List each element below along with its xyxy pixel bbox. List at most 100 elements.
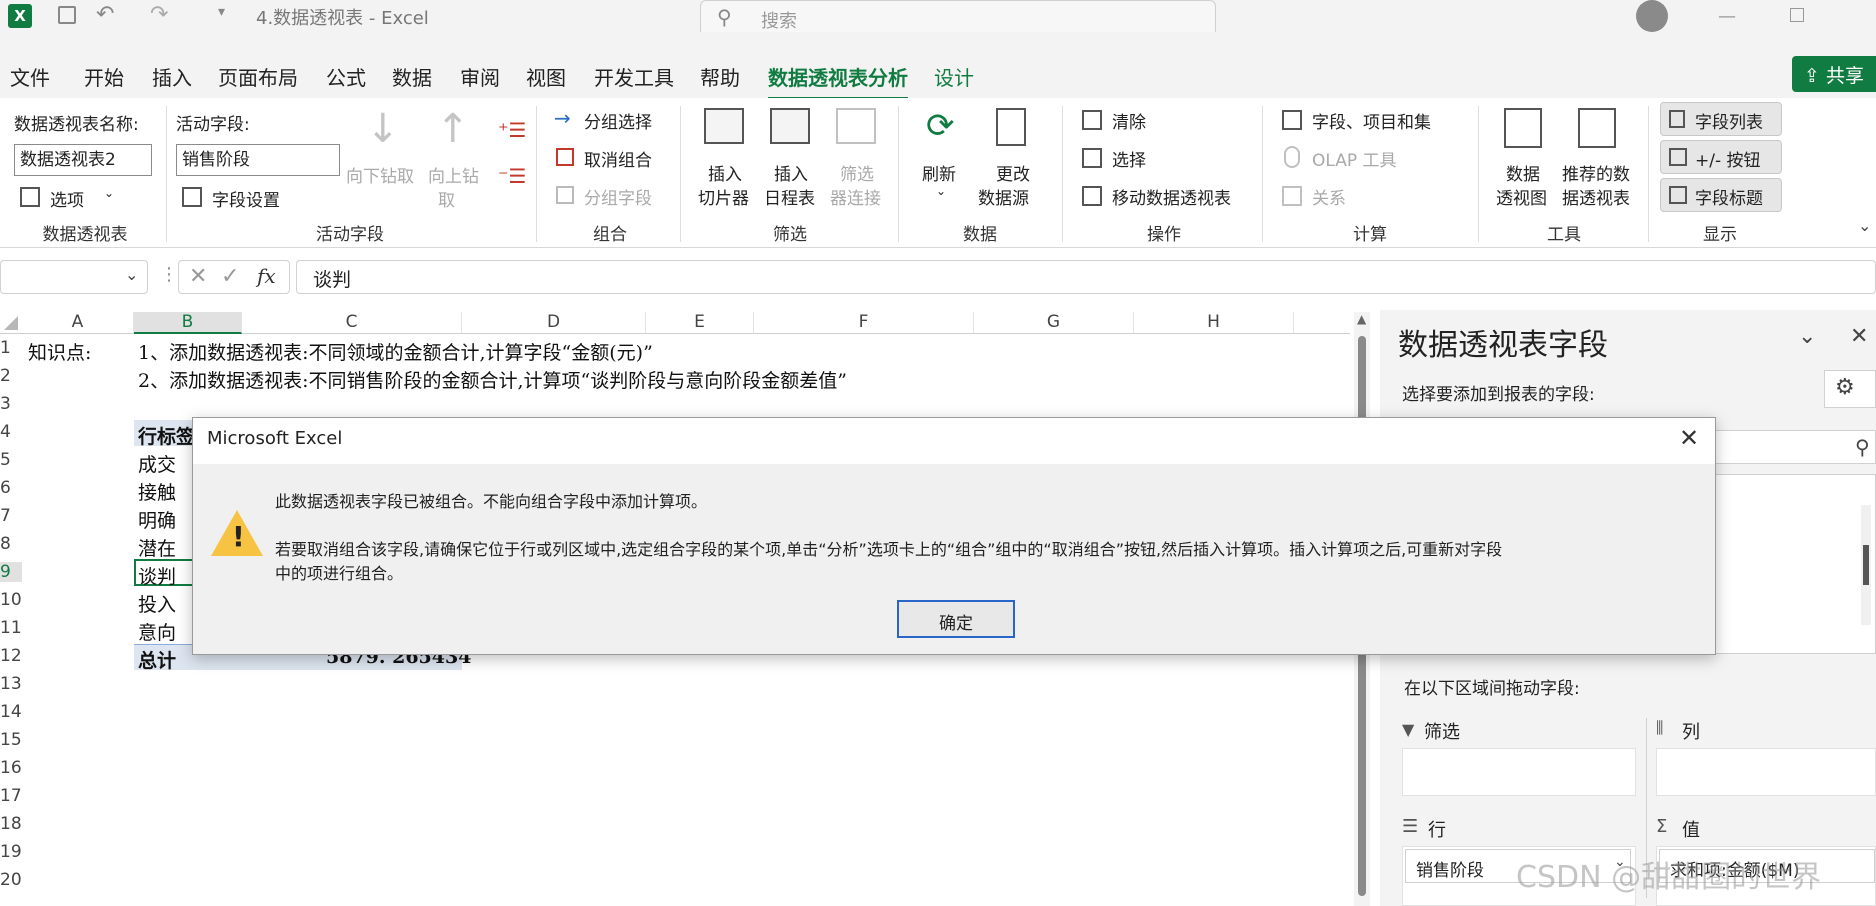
pane-options-chevron-icon[interactable]: ⌄ — [1798, 324, 1816, 349]
collapse-ribbon-icon[interactable]: ⌄ — [1858, 216, 1871, 235]
column-header[interactable]: F — [754, 312, 974, 334]
cell-b1[interactable]: 1、添加数据透视表:不同领域的金额合计,计算字段“金额(元)” — [138, 338, 653, 365]
column-header[interactable]: C — [242, 312, 462, 334]
account-avatar[interactable] — [1636, 0, 1668, 32]
settings-gear-button[interactable]: ⚙ — [1824, 370, 1876, 408]
search-box[interactable]: ⚲ 搜索 — [700, 0, 1216, 36]
column-header[interactable]: H — [1134, 312, 1294, 334]
row-header[interactable]: 17 — [0, 786, 22, 806]
filters-area[interactable]: ▼ 筛选 — [1402, 718, 1636, 814]
redo-icon[interactable]: ↷ — [150, 2, 168, 27]
columns-area[interactable]: ⫼ 列 — [1656, 718, 1876, 814]
tab-home[interactable]: 开始 — [84, 62, 124, 91]
tab-file[interactable]: 文件 — [10, 62, 50, 91]
row-header[interactable]: 14 — [0, 702, 22, 722]
pivot-name-input[interactable]: 数据透视表2 — [14, 144, 152, 176]
insert-slicer-button[interactable]: 插入 切片器 — [694, 106, 758, 216]
tab-data[interactable]: 数据 — [392, 62, 432, 91]
row-header[interactable]: 1 — [0, 338, 22, 358]
pivot-row-item[interactable]: 明确 — [138, 506, 176, 533]
row-header[interactable]: 20 — [0, 870, 22, 890]
more-options-icon[interactable]: ⋮ — [160, 264, 178, 285]
field-settings-button[interactable]: 字段设置 — [182, 184, 322, 211]
row-header[interactable]: 13 — [0, 674, 22, 694]
pivot-row-item[interactable]: 成交 — [138, 450, 176, 477]
row-header[interactable]: 12 — [0, 646, 22, 666]
refresh-button[interactable]: ⟳ 刷新 ⌄ — [914, 106, 974, 216]
collapse-field-icon[interactable]: ⁻☰ — [498, 164, 527, 188]
row-header[interactable]: 18 — [0, 814, 22, 834]
pivot-row-item[interactable]: 谈判 — [138, 562, 176, 589]
row-header[interactable]: 15 — [0, 730, 22, 750]
tab-review[interactable]: 审阅 — [460, 62, 500, 91]
move-pivot-button[interactable]: 移动数据透视表 — [1082, 182, 1252, 210]
scroll-up-icon[interactable]: ▲ — [1357, 312, 1366, 326]
field-headers-button[interactable]: 字段标题 — [1660, 178, 1782, 212]
row-header[interactable]: 19 — [0, 842, 22, 862]
recommended-pivot-button[interactable]: 推荐的数 据透视表 — [1560, 106, 1634, 216]
row-header[interactable]: 16 — [0, 758, 22, 778]
restore-icon[interactable] — [1790, 8, 1804, 22]
insert-function-icon[interactable]: fx — [257, 264, 276, 288]
row-header[interactable]: 11 — [0, 618, 22, 638]
pivot-row-labels-header[interactable]: 行标签 — [138, 422, 195, 449]
save-icon[interactable] — [58, 6, 76, 24]
pivot-grand-total-label[interactable]: 总计 — [138, 646, 176, 673]
tab-view[interactable]: 视图 — [526, 62, 566, 91]
row-header[interactable]: 9 — [0, 562, 22, 582]
row-header[interactable]: 6 — [0, 478, 22, 498]
tab-formulas[interactable]: 公式 — [326, 62, 366, 91]
field-list-scrollbar[interactable] — [1861, 505, 1871, 625]
tab-developer[interactable]: 开发工具 — [594, 62, 674, 91]
drill-up-button[interactable]: ↑ 向上钻 取 — [426, 106, 492, 216]
column-header[interactable]: G — [974, 312, 1134, 334]
row-header[interactable]: 3 — [0, 394, 22, 414]
name-box[interactable]: ⌄ — [0, 260, 148, 294]
change-source-button[interactable]: 更改 数据源 — [976, 106, 1052, 216]
olap-tools-button[interactable]: OLAP 工具 — [1282, 144, 1432, 172]
cell-b2[interactable]: 2、添加数据透视表:不同销售阶段的金额合计,计算项“谈判阶段与意向阶段金额差值” — [138, 366, 847, 393]
enter-icon[interactable]: ✓ — [221, 264, 239, 289]
close-icon[interactable]: ✕ — [1679, 424, 1699, 452]
active-field-input[interactable]: 销售阶段 — [176, 144, 340, 176]
excel-logo-icon[interactable]: X — [8, 4, 32, 28]
pivot-row-item[interactable]: 投入 — [138, 590, 176, 617]
row-header[interactable]: 8 — [0, 534, 22, 554]
cancel-icon[interactable]: ✕ — [189, 264, 207, 289]
row-header[interactable]: 2 — [0, 366, 22, 386]
tab-page-layout[interactable]: 页面布局 — [218, 62, 298, 91]
filters-drop-zone[interactable] — [1402, 748, 1636, 796]
relationships-button[interactable]: 关系 — [1282, 182, 1382, 210]
ok-button[interactable]: 确定 — [897, 600, 1015, 638]
field-list-button[interactable]: 字段列表 — [1660, 102, 1782, 136]
formula-input[interactable]: 谈判 — [296, 260, 1876, 294]
column-header[interactable]: A — [22, 312, 134, 334]
clear-button[interactable]: 清除 — [1082, 106, 1182, 134]
column-header[interactable]: E — [646, 312, 754, 334]
row-header[interactable]: 10 — [0, 590, 22, 610]
undo-icon[interactable]: ↶ — [96, 2, 114, 27]
plus-minus-buttons-button[interactable]: +/- 按钮 — [1660, 140, 1782, 174]
tab-insert[interactable]: 插入 — [152, 62, 192, 91]
pivot-chart-button[interactable]: 数据 透视图 — [1492, 106, 1556, 216]
pivot-row-item[interactable]: 意向 — [138, 618, 176, 645]
share-button[interactable]: ⇪ 共享 — [1792, 56, 1876, 92]
expand-field-icon[interactable]: ⁺☰ — [498, 118, 527, 142]
group-field-button[interactable]: 分组字段 — [554, 182, 684, 210]
fields-items-sets-button[interactable]: 字段、项目和集 — [1282, 106, 1462, 134]
minimize-icon[interactable]: — — [1718, 6, 1736, 27]
column-header[interactable]: D — [462, 312, 646, 334]
quick-access-menu-icon[interactable]: ▾ — [218, 4, 225, 20]
select-button[interactable]: 选择 — [1082, 144, 1182, 172]
close-pane-icon[interactable]: ✕ — [1850, 324, 1868, 349]
scrollbar-thumb[interactable] — [1863, 545, 1869, 585]
row-header[interactable]: 5 — [0, 450, 22, 470]
columns-drop-zone[interactable] — [1656, 748, 1876, 796]
tab-design[interactable]: 设计 — [934, 62, 974, 91]
column-header[interactable]: B — [134, 312, 242, 334]
insert-timeline-button[interactable]: 插入 日程表 — [760, 106, 824, 216]
filter-connections-button[interactable]: 筛选 器连接 — [826, 106, 890, 216]
pivot-row-item[interactable]: 潜在 — [138, 534, 176, 561]
pivot-row-item[interactable]: 接触 — [138, 478, 176, 505]
tab-pivot-analyze[interactable]: 数据透视表分析 — [768, 62, 908, 100]
